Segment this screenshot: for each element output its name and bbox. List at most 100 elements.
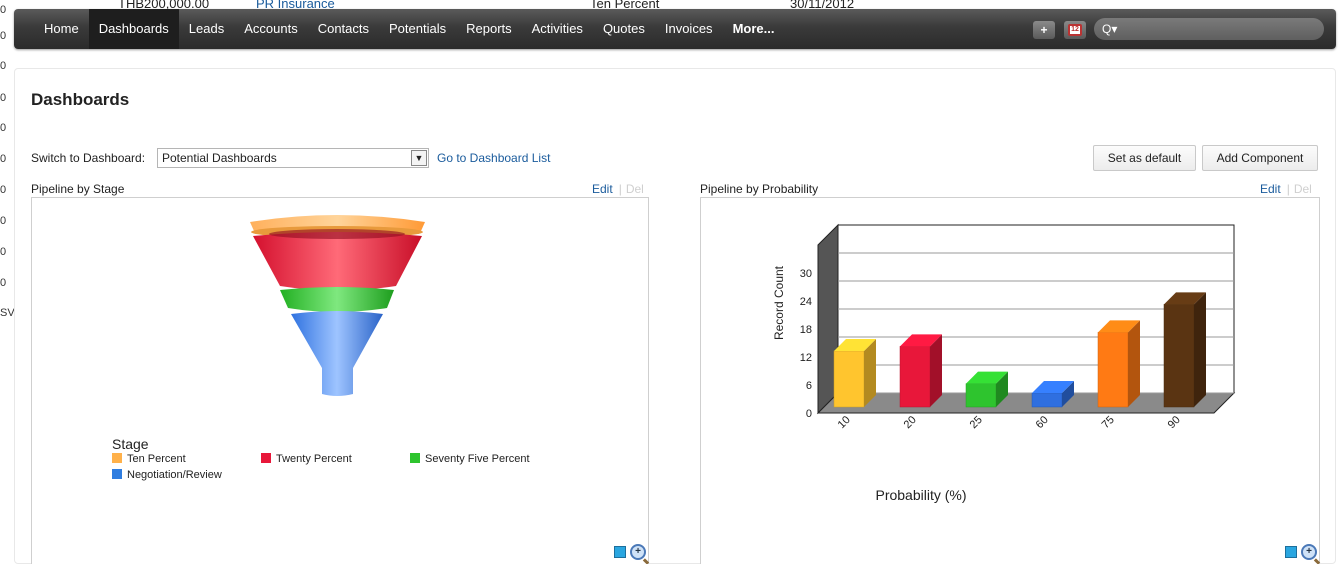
left-panel-actions: Edit | Del [592, 182, 644, 196]
x-tick-label: 90 [1166, 414, 1183, 431]
quick-create-button[interactable]: + [1033, 21, 1055, 39]
zoom-icon[interactable]: + [1301, 544, 1317, 560]
dashboard-panel: Dashboards Switch to Dashboard: Potentia… [14, 68, 1336, 564]
left-chart-tools: + [614, 544, 646, 560]
bar-front [965, 383, 997, 408]
nav-tab-dashboards[interactable]: Dashboards [88, 9, 179, 49]
dashboard-select[interactable]: Potential Dashboards ▼ [157, 148, 429, 168]
legend-item: Twenty Percent [261, 453, 352, 465]
legend-swatch [261, 453, 271, 463]
nav-tab-home[interactable]: Home [34, 9, 89, 49]
y-axis-label: Record Count [772, 265, 786, 340]
search-icon: Q▾ [1102, 22, 1118, 36]
nav-tab-reports[interactable]: Reports [456, 9, 522, 49]
nav-tab-potentials[interactable]: Potentials [379, 9, 456, 49]
nav-tab-more[interactable]: More... [723, 9, 785, 49]
nav-tab-accounts[interactable]: Accounts [234, 9, 307, 49]
x-tick-label: 75 [1100, 414, 1117, 431]
legend-label: Negotiation/Review [127, 469, 222, 481]
chart-type-icon[interactable] [1285, 546, 1297, 558]
y-tick-label: 24 [800, 296, 812, 308]
bar-front [899, 346, 931, 408]
nav-tab-invoices[interactable]: Invoices [655, 9, 723, 49]
legend-item: Negotiation/Review [112, 469, 222, 481]
add-component-button[interactable]: Add Component [1202, 145, 1318, 171]
left-fragment: 0 [0, 4, 7, 16]
funnel-red-rim [269, 229, 405, 239]
funnel-segment-negotiation-review [291, 311, 383, 396]
legend-item: Seventy Five Percent [410, 453, 530, 465]
bar-front [1031, 392, 1063, 408]
calendar-button[interactable] [1064, 21, 1086, 39]
nav-tab-activities[interactable]: Activities [522, 9, 593, 49]
page-title: Dashboards [31, 90, 130, 109]
nav-tab-contacts[interactable]: Contacts [308, 9, 379, 49]
left-fragment: 0 [0, 153, 7, 165]
nav-tabs: Home Dashboards Leads Accounts Contacts … [34, 9, 784, 49]
left-fragment: 0 [0, 277, 7, 289]
left-fragment: 0 [0, 92, 7, 104]
bar-front [1163, 304, 1195, 408]
legend-label: Twenty Percent [276, 453, 352, 465]
right-chart-tools: + [1285, 544, 1317, 560]
bar-side [1194, 292, 1206, 407]
y-tick-label: 18 [800, 324, 812, 336]
left-fragment: 0 [0, 30, 7, 42]
x-tick-label: 25 [968, 414, 985, 431]
background-left-column: 0 0 0 0 0 0 0 0 0 0 SV [0, 0, 15, 564]
pipeline-by-probability-title: Pipeline by Probability [700, 182, 819, 196]
set-as-default-button[interactable]: Set as default [1093, 145, 1196, 171]
right-edit-link[interactable]: Edit [1260, 182, 1281, 196]
left-delete-link[interactable]: Del [626, 182, 644, 196]
legend-item: Ten Percent [112, 453, 186, 465]
legend-swatch [112, 453, 122, 463]
funnel-svg [250, 215, 425, 396]
top-navbar: Home Dashboards Leads Accounts Contacts … [14, 9, 1336, 49]
x-axis-label: Probability (%) [875, 487, 966, 503]
funnel-segment-twenty-percent [253, 232, 422, 291]
bar-front [1097, 332, 1129, 408]
calendar-icon [1068, 24, 1082, 36]
chart-type-icon[interactable] [614, 546, 626, 558]
chevron-down-icon[interactable]: ▼ [411, 150, 427, 166]
left-fragment: SV [0, 307, 15, 319]
left-fragment: 0 [0, 122, 7, 134]
left-fragment: 0 [0, 246, 7, 258]
left-fragment: 0 [0, 60, 7, 72]
bar-front [833, 350, 865, 408]
left-edit-link[interactable]: Edit [592, 182, 613, 196]
pipeline-by-stage-title: Pipeline by Stage [31, 182, 125, 196]
right-panel-actions: Edit | Del [1260, 182, 1312, 196]
dashboard-select-value: Potential Dashboards [162, 151, 277, 165]
legend-label: Ten Percent [127, 453, 186, 465]
bar-side [930, 334, 942, 407]
legend-swatch [410, 453, 420, 463]
legend-title: Stage [112, 436, 149, 452]
x-tick-label: 20 [902, 414, 919, 431]
left-fragment: 0 [0, 184, 7, 196]
bar-side [1128, 320, 1140, 407]
y-tick-label: 6 [806, 380, 812, 392]
legend-swatch [112, 469, 122, 479]
bar-chart-svg: 0 6 12 18 24 30 Record Count 10 20 25 60 75 90 Probab… [772, 223, 1236, 503]
nav-tab-quotes[interactable]: Quotes [593, 9, 655, 49]
nav-tab-leads[interactable]: Leads [179, 9, 234, 49]
separator: | [618, 182, 622, 196]
zoom-icon[interactable]: + [630, 544, 646, 560]
x-tick-label: 60 [1034, 414, 1051, 431]
right-delete-link[interactable]: Del [1294, 182, 1312, 196]
plus-icon: + [1040, 23, 1048, 37]
x-tick-label: 10 [836, 414, 853, 431]
bar-chart: 0 6 12 18 24 30 Record Count 10 20 25 60 75 90 Probab… [700, 197, 1320, 564]
left-fragment: 0 [0, 215, 7, 227]
y-tick-label: 12 [800, 352, 812, 364]
y-tick-label: 30 [800, 268, 812, 280]
go-to-dashboard-list-link[interactable]: Go to Dashboard List [437, 151, 550, 165]
separator: | [1286, 182, 1290, 196]
switch-dashboard-label: Switch to Dashboard: [31, 151, 146, 165]
y-tick-label: 0 [806, 408, 812, 420]
legend-label: Seventy Five Percent [425, 453, 530, 465]
funnel-chart: Stage Ten Percent Twenty Percent Seventy… [31, 197, 649, 564]
funnel-segment-seventy-five-percent [280, 287, 394, 312]
search-input[interactable]: Q▾ [1094, 18, 1324, 40]
